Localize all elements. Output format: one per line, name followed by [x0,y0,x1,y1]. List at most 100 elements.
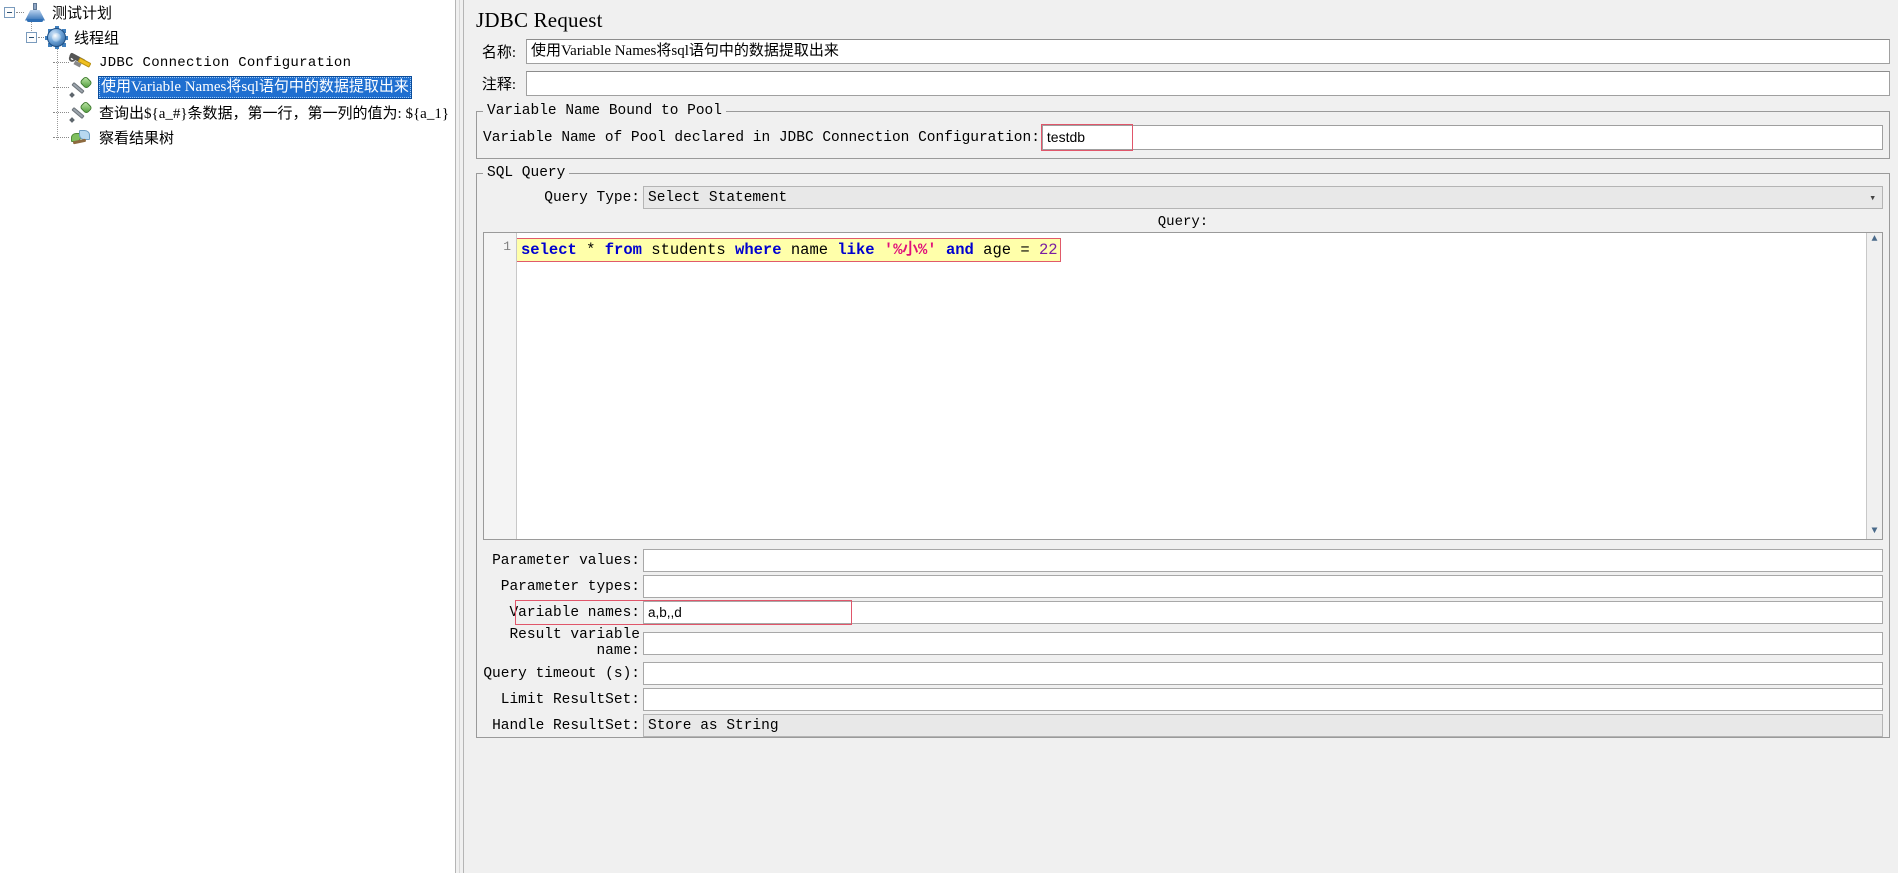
query-type-row: Query Type: Select Statement ▾ [477,181,1889,213]
sql-token: and [945,241,974,259]
test-plan-tree[interactable]: 测试计划 线程组 JDBC Connection Configuration 使… [0,0,455,873]
sql-editor[interactable]: 1 select * from students where name like… [483,232,1883,540]
field-label: Variable names: [509,604,640,621]
jdbc-request-panel: JDBC Request 名称: 使用Variable Names将sql语句中… [464,0,1898,873]
gear-icon [45,26,68,49]
tree-node-label: 线程组 [74,31,120,47]
tree-node-jdbc-request-selected[interactable]: 使用Variable Names将sql语句中的数据提取出来 [0,75,455,100]
sql-vertical-scrollbar[interactable]: ▲ ▼ [1866,233,1882,539]
tree-node-thread-group[interactable]: 线程组 [0,25,455,50]
jdbc-parameters-form: Parameter values: Parameter types: Variabl… [477,549,1889,737]
pipette-icon [69,100,93,123]
pool-row: Variable Name of Pool declared in JDBC C… [477,119,1889,158]
field-label: Parameter values: [492,552,640,569]
form-row: Variable names: a,b,,d [477,600,1889,625]
sql-token: = [1020,241,1030,259]
field-label: Result variable name: [509,627,640,659]
pool-label: Variable Name of Pool declared in JDBC C… [483,129,1040,146]
tree-connector-dots [53,112,69,113]
tree-node-view-results-tree[interactable]: 察看结果树 [0,125,455,150]
sql-token: like [837,241,875,259]
sql-group-legend: SQL Query [487,165,566,181]
field-label: Parameter types: [500,578,640,595]
panel-splitter[interactable] [455,0,464,873]
comment-field-row: 注释: [464,71,1898,96]
chevron-down-icon[interactable]: ▼ [1871,527,1877,537]
field-input[interactable] [643,662,1883,685]
field-input[interactable]: a,b,,d [643,601,1883,624]
sql-token: select [521,241,577,259]
query-type-select[interactable]: Select Statement ▾ [643,186,1883,209]
sql-token: name [790,241,829,259]
tree-node-label: 使用Variable Names将sql语句中的数据提取出来 [98,76,412,99]
sql-token: 22 [1039,241,1058,259]
query-type-value: Select Statement [648,189,788,206]
tree-node-label: 察看结果树 [99,131,175,147]
name-field-row: 名称: 使用Variable Names将sql语句中的数据提取出来 [464,39,1898,64]
tree-node-jdbc-connection-configuration[interactable]: JDBC Connection Configuration [0,50,455,75]
sql-token: from [604,241,642,259]
pipette-icon [69,75,93,98]
tree-node-label: 测试计划 [52,6,113,22]
expand-collapse-handle[interactable] [26,32,37,43]
field-input[interactable] [643,631,1883,655]
field-label: Limit ResultSet: [500,691,640,708]
line-number: 1 [503,239,511,254]
sql-code-line[interactable]: select * from students where name like '… [517,238,1061,262]
tree-node-label: 查询出${a_#}条数据，第一行，第一列的值为: ${a_1} [99,106,450,122]
sql-token: where [735,241,782,259]
tree-connector-dots [53,87,69,88]
sql-query-group: SQL Query Query Type: Select Statement ▾… [476,165,1890,738]
field-input[interactable] [643,575,1883,598]
flask-icon [24,2,46,23]
field-select[interactable]: Store as String [643,714,1883,737]
name-input[interactable]: 使用Variable Names将sql语句中的数据提取出来 [526,39,1890,64]
tree-connector-dots [16,12,24,13]
form-row: Limit ResultSet: [477,688,1889,711]
form-row: Parameter types: [477,575,1889,598]
variable-name-bound-to-pool-group: Variable Name Bound to Pool Variable Nam… [476,103,1890,159]
form-row: Result variable name: [477,627,1889,659]
chevron-up-icon[interactable]: ▲ [1871,235,1877,245]
sql-token: age [983,241,1012,259]
tree-node-test-plan[interactable]: 测试计划 [0,0,455,25]
results-tree-icon [69,128,93,148]
chevron-down-icon: ▾ [1869,192,1876,205]
name-label: 名称: [481,45,516,61]
tree-node-label: JDBC Connection Configuration [99,54,352,71]
comment-input[interactable] [526,71,1890,96]
comment-label: 注释: [481,77,516,93]
form-row: Parameter values: [477,549,1889,572]
wrench-screwdriver-icon [67,51,93,73]
query-type-label: Query Type: [544,189,640,206]
sql-token: students [651,241,726,259]
field-input[interactable] [643,549,1883,572]
tree-connector-dots [53,62,69,63]
sql-token: '%小%' [883,241,937,259]
pool-group-legend: Variable Name Bound to Pool [487,103,722,119]
pool-variable-name-input[interactable]: testdb [1041,125,1883,150]
field-label: Query timeout (s): [483,665,640,682]
page-title: JDBC Request [476,8,603,32]
form-row: Handle ResultSet: Store as String [477,714,1889,737]
tree-node-jdbc-request-second[interactable]: 查询出${a_#}条数据，第一行，第一列的值为: ${a_1} [0,100,455,125]
line-number-gutter: 1 [484,233,517,539]
field-label: Handle ResultSet: [492,717,640,734]
field-input[interactable] [643,688,1883,711]
form-row: Query timeout (s): [477,662,1889,685]
query-caption: Query: [1157,214,1209,230]
expand-collapse-handle[interactable] [4,7,15,18]
sql-code-area[interactable]: select * from students where name like '… [517,233,1866,539]
tree-connector-dots [53,137,69,138]
